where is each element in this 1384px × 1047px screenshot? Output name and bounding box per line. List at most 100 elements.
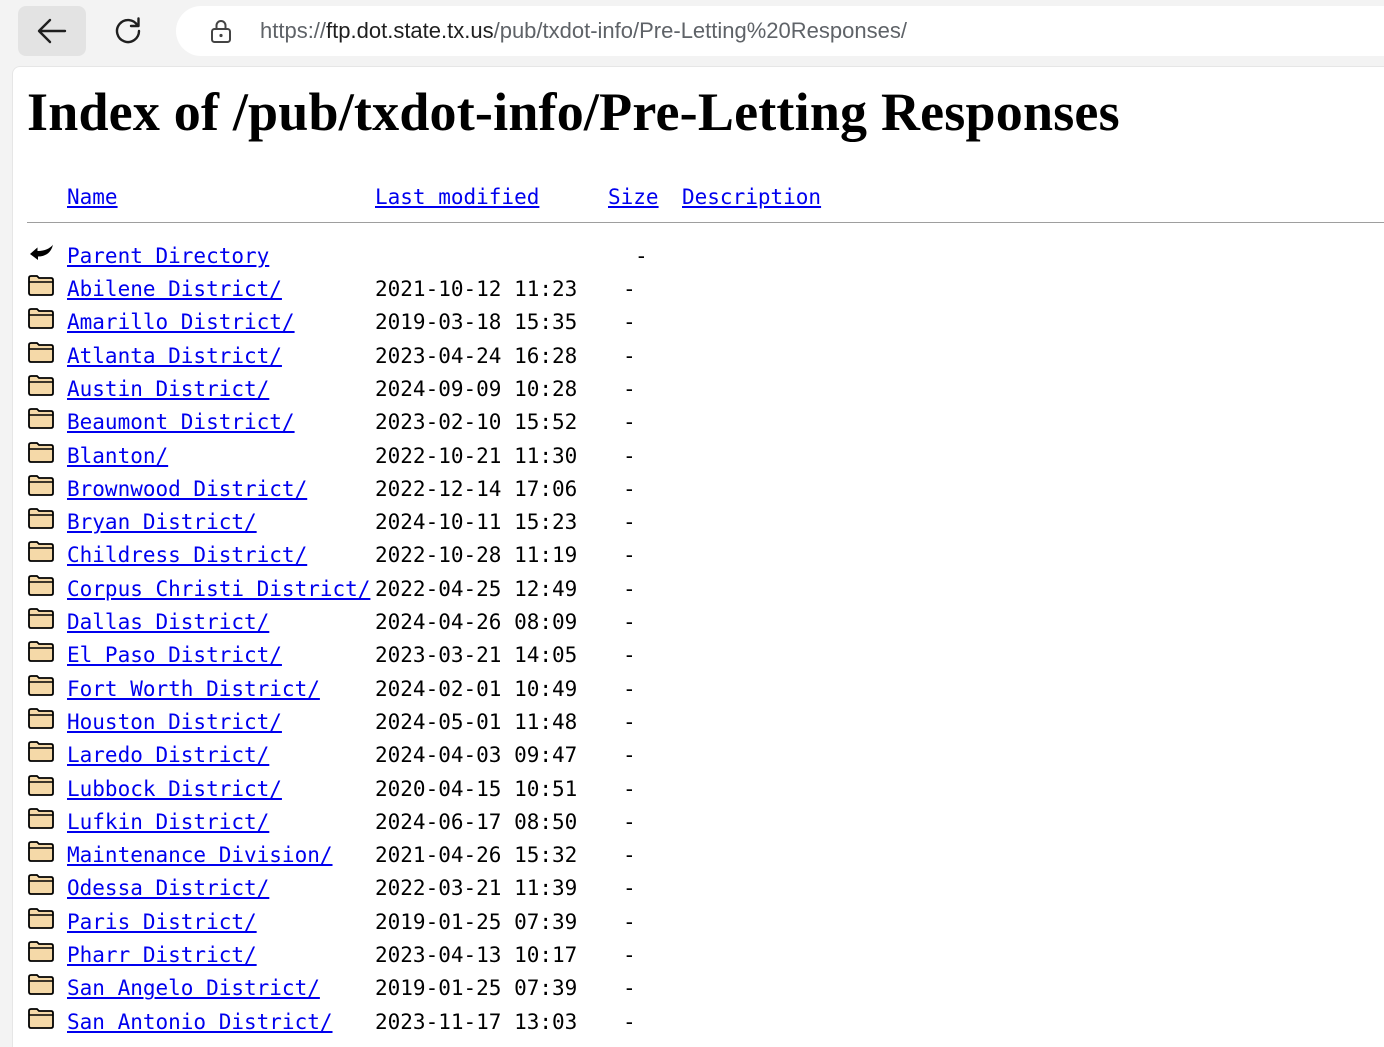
size-value: - — [623, 709, 636, 734]
directory-link[interactable]: Beaumont District/ — [67, 410, 295, 434]
column-header-description[interactable]: Description — [682, 185, 821, 209]
size-value: - — [623, 876, 636, 901]
last-modified-value: 2024-10-11 15:23 — [375, 510, 578, 535]
reload-button[interactable] — [94, 6, 162, 56]
size-value: - — [623, 643, 636, 668]
table-row: Pharr District/2023-04-13 10:17 - — [13, 941, 1213, 976]
parent-directory-link[interactable]: Parent Directory — [67, 244, 269, 268]
last-modified-value: 2019-01-25 07:39 — [375, 909, 578, 934]
directory-link[interactable]: Maintenance Division/ — [67, 843, 333, 867]
folder-icon[interactable] — [27, 406, 55, 430]
parent-directory-row: Parent Directory - — [13, 243, 1213, 277]
directory-link[interactable]: Austin District/ — [67, 377, 269, 401]
table-row: Amarillo District/2019-03-18 15:35 - — [13, 308, 1213, 343]
directory-link[interactable]: Houston District/ — [67, 710, 282, 734]
directory-link[interactable]: Atlanta District/ — [67, 344, 282, 368]
table-row: Houston District/2024-05-01 11:48 - — [13, 707, 1213, 743]
directory-link[interactable]: Corpus Christi District/ — [67, 577, 370, 601]
directory-link[interactable]: Dallas District/ — [67, 610, 269, 634]
address-bar[interactable]: https://ftp.dot.state.tx.us/pub/txdot-in… — [176, 6, 1384, 56]
url-host: ftp.dot.state.tx.us — [326, 18, 494, 43]
table-row: Abilene District/2021-10-12 11:23 - — [13, 275, 1213, 310]
size-value: - — [623, 443, 636, 468]
folder-icon[interactable] — [27, 939, 55, 963]
size-value: - — [623, 943, 636, 967]
directory-link[interactable]: Laredo District/ — [67, 743, 269, 767]
browser-toolbar: https://ftp.dot.state.tx.us/pub/txdot-in… — [0, 0, 1384, 62]
column-header-last-modified[interactable]: Last modified — [375, 185, 539, 209]
last-modified-value: 2022-10-28 11:19 — [375, 543, 578, 568]
folder-icon[interactable] — [27, 773, 55, 797]
folder-icon[interactable] — [27, 739, 55, 763]
last-modified-value: 2022-03-21 11:39 — [375, 876, 578, 901]
folder-icon[interactable] — [27, 273, 55, 297]
folder-icon[interactable] — [27, 506, 55, 530]
back-button[interactable] — [18, 6, 86, 56]
last-modified-value: 2022-04-25 12:49 — [375, 576, 578, 601]
directory-link[interactable]: San Antonio District/ — [67, 1010, 333, 1034]
directory-link[interactable]: Pharr District/ — [67, 943, 257, 967]
url-path: /pub/txdot-info/Pre-Letting%20Responses/ — [493, 18, 907, 43]
size-value: - — [623, 676, 636, 701]
size-value: - — [623, 277, 636, 301]
folder-icon[interactable] — [27, 473, 55, 497]
size-value: - — [623, 410, 636, 435]
last-modified-value: 2019-01-25 07:39 — [375, 976, 578, 1001]
table-row: Bryan District/2024-10-11 15:23 - — [13, 508, 1213, 543]
directory-link[interactable]: Amarillo District/ — [67, 310, 295, 334]
size-value: - — [623, 310, 636, 335]
directory-link[interactable]: Lubbock District/ — [67, 777, 282, 801]
size-value: - — [623, 743, 636, 768]
url-text: https://ftp.dot.state.tx.us/pub/txdot-in… — [260, 18, 907, 44]
directory-link[interactable]: Abilene District/ — [67, 277, 282, 301]
lock-icon[interactable] — [208, 18, 234, 44]
folder-icon[interactable] — [27, 872, 55, 896]
folder-icon[interactable] — [27, 539, 55, 563]
folder-icon[interactable] — [27, 306, 55, 330]
folder-icon[interactable] — [27, 806, 55, 830]
folder-icon[interactable] — [27, 639, 55, 663]
folder-icon[interactable] — [27, 673, 55, 697]
directory-link[interactable]: Bryan District/ — [67, 510, 257, 534]
directory-link[interactable]: Brownwood District/ — [67, 477, 307, 501]
size-value: - — [623, 343, 636, 368]
directory-link[interactable]: Odessa District/ — [67, 876, 269, 900]
folder-icon[interactable] — [27, 1006, 55, 1030]
table-row: Beaumont District/2023-02-10 15:52 - — [13, 408, 1213, 443]
directory-link[interactable]: Childress District/ — [67, 543, 307, 567]
size-value: - — [623, 1009, 636, 1034]
last-modified-value: 2023-04-24 16:28 — [375, 343, 578, 368]
reload-icon — [115, 17, 141, 44]
back-arrow-icon[interactable] — [27, 238, 55, 262]
directory-link[interactable]: Fort Worth District/ — [67, 677, 320, 701]
directory-link[interactable]: Blanton/ — [67, 444, 168, 468]
folder-icon[interactable] — [27, 972, 55, 996]
last-modified-value: 2023-03-21 14:05 — [375, 643, 578, 668]
folder-icon[interactable] — [27, 373, 55, 397]
folder-icon[interactable] — [27, 706, 55, 730]
folder-icon[interactable] — [27, 839, 55, 863]
table-row: Lufkin District/2024-06-17 08:50 - — [13, 807, 1213, 843]
column-header-name[interactable]: Name — [67, 185, 118, 209]
folder-icon[interactable] — [27, 606, 55, 630]
directory-link[interactable]: El Paso District/ — [67, 643, 282, 667]
directory-link[interactable]: San Angelo District/ — [67, 976, 320, 1000]
folder-icon[interactable] — [27, 906, 55, 930]
column-header-size[interactable]: Size — [608, 185, 659, 209]
size-value: - — [623, 843, 636, 868]
last-modified-value: 2023-02-10 15:52 — [375, 410, 578, 435]
table-row: Laredo District/2024-04-03 09:47 - — [13, 741, 1213, 776]
folder-icon[interactable] — [27, 573, 55, 597]
folder-icon[interactable] — [27, 440, 55, 464]
table-row: Odessa District/2022-03-21 11:39 - — [13, 874, 1213, 909]
directory-link[interactable]: Paris District/ — [67, 910, 257, 934]
last-modified-value: 2020-04-15 10:51 — [375, 776, 578, 801]
directory-link[interactable]: Lufkin District/ — [67, 810, 269, 834]
size-value: - — [623, 976, 636, 1001]
folder-icon[interactable] — [27, 340, 55, 364]
size-value: - — [623, 610, 636, 634]
last-modified-value: 2023-04-13 10:17 — [375, 943, 578, 967]
size-value: - — [623, 376, 636, 401]
table-row: Blanton/2022-10-21 11:30 - — [13, 441, 1213, 477]
size-value: - — [623, 909, 636, 934]
